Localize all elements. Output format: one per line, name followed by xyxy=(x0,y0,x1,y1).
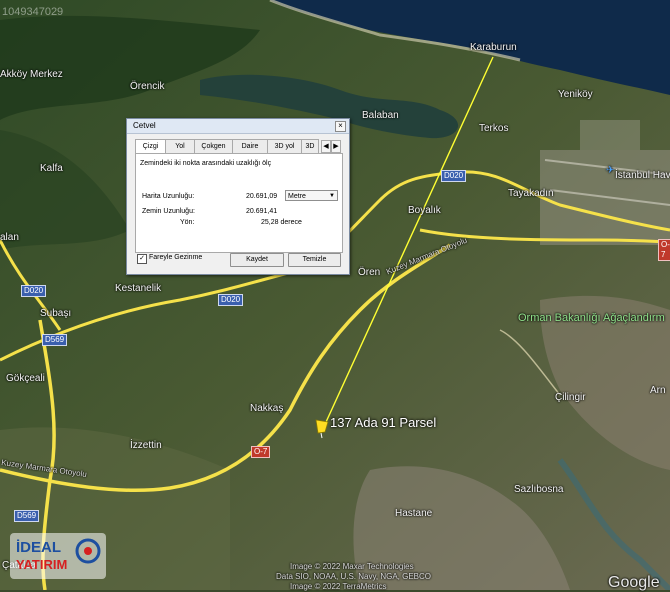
map-label-kestanelik: Kestanelik xyxy=(115,283,162,294)
map-label-kalfa: Kalfa xyxy=(40,163,63,174)
unit-select[interactable]: Metre ▼ xyxy=(285,190,338,201)
dialog-title: Cetvel xyxy=(133,121,156,130)
road-shield-o7: O-7 xyxy=(251,446,271,458)
save-button[interactable]: Kaydet xyxy=(230,253,284,267)
tab-3d-polygon[interactable]: 3D xyxy=(301,139,319,154)
map-label-hastane: Hastane xyxy=(395,508,433,519)
unit-select-value: Metre xyxy=(288,193,306,200)
imagery-credit-2: Data SIO, NOAA, U.S. Navy, NGA, GEBCO xyxy=(276,572,431,581)
ground-length-value: 20.691,41 xyxy=(246,208,278,215)
clear-button[interactable]: Temizle xyxy=(288,253,341,267)
map-label-subasi: Subaşı xyxy=(40,308,72,319)
logo-text-ideal: İDEAL xyxy=(16,539,61,556)
logo-text-yatirim: YATIRIM xyxy=(16,557,68,572)
map-label-yenikoy: Yeniköy xyxy=(558,89,593,100)
placemark-label[interactable]: 137 Ada 91 Parsel xyxy=(330,415,436,430)
tab-polygon[interactable]: Çokgen xyxy=(194,139,233,154)
map-length-value: 20.691,09 xyxy=(246,193,278,200)
tab-scroll-left-icon[interactable]: ◀ xyxy=(321,140,331,153)
road-shield-d020: D020 xyxy=(218,294,244,306)
map-label-izzettin: İzzettin xyxy=(130,440,162,451)
dialog-footer: ✓ Fareyle Gezinme Kaydet Temizle xyxy=(135,253,341,269)
road-shield-d020: D020 xyxy=(21,285,47,297)
heading-label: Yön: xyxy=(180,219,195,226)
mouse-navigation-label: Fareyle Gezinme xyxy=(149,254,203,261)
image-id-watermark: 1049347029 xyxy=(2,6,64,18)
ground-length-label: Zemin Uzunluğu: xyxy=(142,208,195,215)
google-logo: Google xyxy=(608,574,660,591)
map-label-terkos: Terkos xyxy=(479,123,509,134)
heading-value: 25,28 derece xyxy=(261,219,302,226)
map-label-karaburun: Karaburun xyxy=(470,42,517,53)
ruler-tabs: Çizgi Yol Çokgen Daire 3D yol 3D ◀ ▶ xyxy=(135,139,341,155)
map-label-boyalik: Boyalık xyxy=(408,205,441,216)
map-label-akkoy-merkez: Akköy Merkez xyxy=(0,69,63,80)
close-icon[interactable]: × xyxy=(335,121,346,132)
mouse-navigation-checkbox[interactable]: ✓ xyxy=(137,254,147,264)
imagery-credit-1: Image © 2022 Maxar Technologies xyxy=(290,562,414,571)
tab-3d-path[interactable]: 3D yol xyxy=(267,139,302,154)
map-label-nakkas: Nakkaş xyxy=(250,403,284,414)
map-label-balaban: Balaban xyxy=(362,110,399,121)
map-label-cilingir: Çilingir xyxy=(555,392,586,403)
map-label-sazlibosna: Sazlıbosna xyxy=(514,484,564,495)
road-shield-d569: D569 xyxy=(42,334,68,346)
line-tab-panel: Zemindeki iki nokta arasındaki uzaklığı … xyxy=(135,153,343,253)
map-label-tayakadin: Tayakadın xyxy=(508,188,554,199)
road-shield-d569: D569 xyxy=(14,510,40,522)
ideal-yatirim-logo: İDEAL YATIRIM xyxy=(10,533,106,579)
map-label-orman-bakanligi: Orman Bakanlığı Ağaçlandırm xyxy=(518,312,665,324)
map-label-alan: alan xyxy=(0,232,19,243)
tab-circle[interactable]: Daire xyxy=(232,139,268,154)
road-shield-d020: D020 xyxy=(441,170,467,182)
ruler-dialog: Cetvel × Çizgi Yol Çokgen Daire 3D yol 3… xyxy=(126,118,350,275)
map-label-istanbul-havalimani: İstanbul Havalim xyxy=(615,170,670,181)
map-label-orencik: Örencik xyxy=(130,81,165,92)
map-length-label: Harita Uzunluğu: xyxy=(142,193,195,200)
chevron-down-icon: ▼ xyxy=(329,193,335,199)
map-label-oren: Ören xyxy=(358,267,381,278)
dialog-titlebar[interactable]: Cetvel × xyxy=(127,119,349,134)
airport-icon: ✈ xyxy=(606,165,615,176)
tab-path[interactable]: Yol xyxy=(165,139,195,154)
ruler-description: Zemindeki iki nokta arasındaki uzaklığı … xyxy=(140,160,272,167)
map-label-gokceali: Gökçeali xyxy=(6,373,45,384)
map-label-arn: Arn xyxy=(650,385,666,396)
tab-scroll-right-icon[interactable]: ▶ xyxy=(331,140,341,153)
road-shield-o7: O-7 xyxy=(658,239,670,261)
